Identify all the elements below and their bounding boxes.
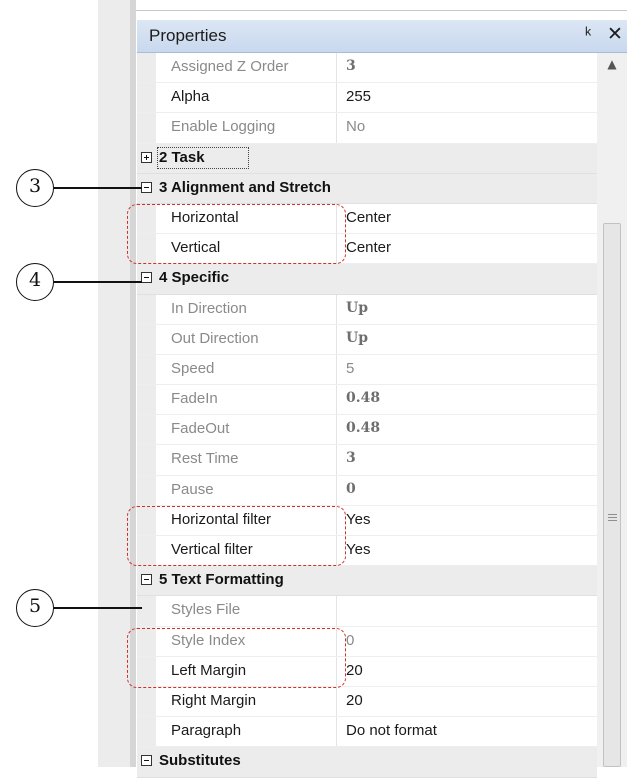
property-row-pause[interactable]: Pause 0 [137, 475, 597, 506]
scroll-up-arrow-icon[interactable]: ▲ [597, 53, 627, 75]
property-name: Right Margin [171, 691, 257, 709]
category-text-formatting[interactable]: 5 Text Formatting [137, 566, 597, 597]
property-value: 3 [346, 58, 356, 74]
panel-title: Properties [149, 26, 227, 45]
property-value: 0 [346, 631, 355, 649]
property-row-assigned-z-order[interactable]: Assigned Z Order 3 [137, 53, 597, 84]
property-name: Enable Logging [171, 118, 276, 136]
property-row-fadeout[interactable]: FadeOut 0.48 [137, 415, 597, 446]
category-specific[interactable]: 4 Specific [137, 264, 597, 295]
highlight-filter-rows [127, 506, 346, 566]
category-substitutes[interactable]: Substitutes [137, 747, 597, 778]
expand-plus-icon[interactable] [141, 151, 152, 163]
property-row-right-margin[interactable]: Right Margin 20 [137, 686, 597, 718]
left-toolbox-strip [98, 0, 130, 767]
property-name: Out Direction [171, 329, 259, 347]
property-row-alpha[interactable]: Alpha 255 [137, 83, 597, 114]
grip-icon [608, 514, 617, 523]
property-name: FadeOut [171, 420, 230, 438]
category-task[interactable]: 2 Task [137, 143, 597, 174]
property-row-fadein[interactable]: FadeIn 0.48 [137, 385, 597, 416]
property-value: 0.48 [346, 390, 381, 407]
property-value: No [346, 118, 366, 136]
collapse-minus-icon[interactable] [141, 755, 152, 767]
property-name: Pause [171, 480, 214, 498]
property-value[interactable]: Yes [346, 541, 370, 558]
property-row-enable-logging[interactable]: Enable Logging No [137, 113, 597, 144]
pin-icon[interactable]: ᵏ [585, 24, 591, 45]
property-value: 0.48 [346, 420, 381, 437]
scroll-thumb[interactable] [603, 223, 621, 767]
top-border [136, 0, 627, 11]
category-label: 3 Alignment and Stretch [159, 178, 331, 196]
panel-titlebar: Properties ᵏ ✕ [137, 20, 627, 53]
property-name: Alpha [171, 88, 210, 106]
callout-5-leader [54, 607, 142, 609]
highlight-alignment-rows [127, 204, 346, 264]
callout-5: 5 [16, 589, 54, 627]
property-value[interactable]: Yes [346, 511, 370, 528]
property-row-rest-time[interactable]: Rest Time 3 [137, 445, 597, 476]
property-row-out-direction[interactable]: Out Direction Up [137, 324, 597, 355]
property-row-paragraph[interactable]: Paragraph Do not format [137, 717, 597, 748]
property-value[interactable]: Do not format [346, 722, 437, 739]
property-name: Speed [171, 359, 215, 377]
property-name: Rest Time [171, 450, 239, 468]
property-name: Assigned Z Order [171, 58, 289, 75]
property-value: Up [346, 329, 368, 346]
callout-4: 4 [16, 263, 54, 301]
category-label: 2 Task [159, 148, 205, 166]
property-value[interactable]: Center [346, 239, 391, 256]
category-label: 4 Specific [159, 269, 230, 287]
property-row-speed[interactable]: Speed 5 [137, 354, 597, 386]
collapse-minus-icon[interactable] [141, 574, 152, 586]
callout-4-leader [54, 281, 142, 283]
collapse-minus-icon[interactable] [141, 181, 152, 193]
property-value: 0 [346, 480, 356, 497]
highlight-margin-rows [127, 628, 346, 688]
property-value: 3 [346, 450, 356, 467]
property-name: Paragraph [171, 722, 242, 740]
property-row-in-direction[interactable]: In Direction Up [137, 294, 597, 325]
callout-3-leader [54, 187, 142, 189]
collapse-minus-icon[interactable] [141, 272, 152, 284]
category-label: 5 Text Formatting [159, 571, 284, 589]
vertical-scrollbar[interactable]: ▲ [597, 53, 627, 767]
close-icon[interactable]: ✕ [607, 23, 623, 46]
property-value[interactable]: Center [346, 209, 391, 226]
property-value[interactable]: 255 [346, 88, 371, 105]
property-name: FadeIn [171, 390, 218, 408]
property-name: Styles File [171, 601, 241, 619]
property-row-styles-file[interactable]: Styles File [137, 596, 597, 627]
category-alignment-and-stretch[interactable]: 3 Alignment and Stretch [137, 173, 597, 204]
property-name: In Direction [171, 299, 247, 317]
property-value[interactable]: 20 [346, 662, 363, 679]
property-value: 5 [346, 359, 355, 377]
property-value: Up [346, 299, 368, 316]
property-value[interactable]: 20 [346, 692, 363, 709]
callout-3: 3 [16, 169, 54, 207]
